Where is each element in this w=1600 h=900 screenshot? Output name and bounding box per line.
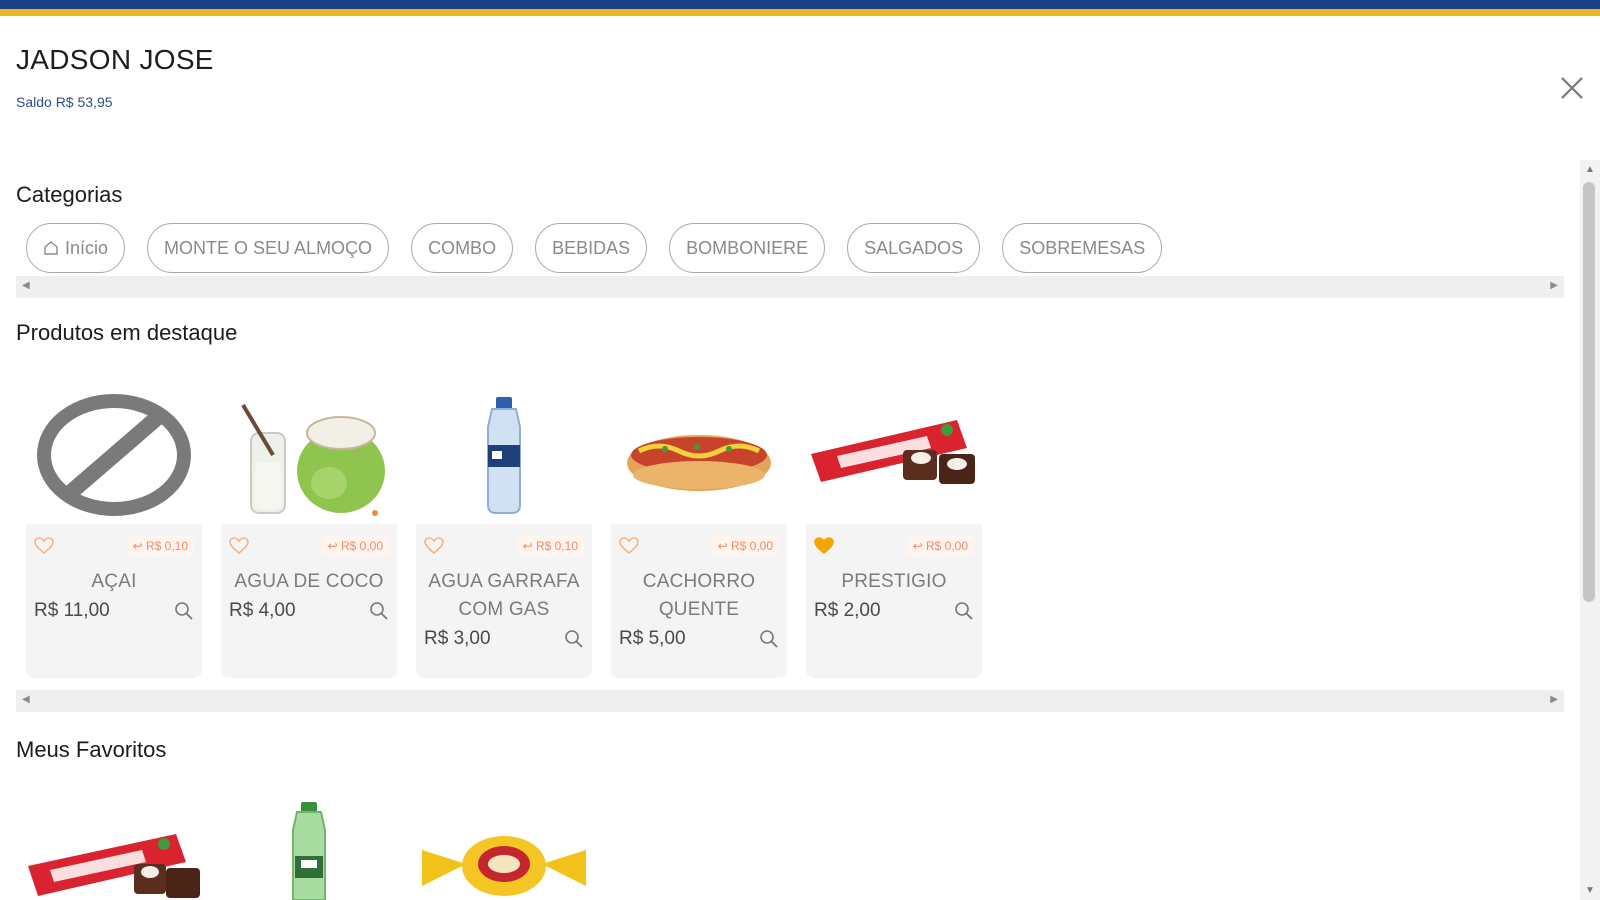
cashback-badge: ↩ R$ 0,00 xyxy=(711,536,779,556)
favorites-title: Meus Favoritos xyxy=(16,737,167,762)
scroll-right-arrow-icon[interactable]: ▶ xyxy=(1550,280,1558,291)
product-card-agua-de-coco[interactable]: ↩ R$ 0,00 AGUA DE COCO R$ 4,00 xyxy=(221,386,397,678)
category-chip-combo[interactable]: COMBO xyxy=(411,223,514,273)
search-icon[interactable] xyxy=(174,601,194,621)
category-chip-label: MONTE O SEU ALMOÇO xyxy=(164,237,373,258)
category-chip-label: SALGADOS xyxy=(864,237,964,258)
category-chip-label: COMBO xyxy=(428,237,497,258)
balance-text: Saldo R$ 53,95 xyxy=(16,94,113,110)
close-button[interactable] xyxy=(1556,72,1588,104)
water-bottle-image xyxy=(487,397,521,514)
hot-dog-image xyxy=(627,435,771,491)
product-card-cachorro-quente[interactable]: ↩ R$ 0,00 CACHORRO QUENTE R$ 5,00 xyxy=(611,386,787,678)
chocolate-bar-image xyxy=(28,834,200,898)
categories-horizontal-scrollbar[interactable]: ◀ ▶ xyxy=(16,276,1564,298)
category-chip-label: BEBIDAS xyxy=(552,237,631,258)
chocolate-bar-image xyxy=(811,420,975,484)
product-image xyxy=(611,386,787,524)
category-chip-bebidas[interactable]: BEBIDAS xyxy=(535,223,648,273)
favorite-heart-filled-icon[interactable] xyxy=(814,537,834,555)
product-price: R$ 5,00 xyxy=(619,628,686,649)
scroll-up-arrow-icon[interactable]: ▲ xyxy=(1585,164,1595,175)
category-chips: Início MONTE O SEU ALMOÇO COMBO BEBIDAS … xyxy=(26,223,1163,273)
scroll-left-arrow-icon[interactable]: ◀ xyxy=(22,694,30,705)
favorite-heart-icon[interactable] xyxy=(34,537,54,555)
product-price: R$ 3,00 xyxy=(424,628,491,649)
product-image xyxy=(416,386,592,524)
categories-title: Categorias xyxy=(16,182,123,207)
product-name: CACHORRO QUENTE xyxy=(642,571,756,620)
favorite-card-prestigio[interactable] xyxy=(26,800,202,900)
close-icon xyxy=(1561,77,1583,99)
featured-products-title: Produtos em destaque xyxy=(16,320,238,345)
scroll-down-arrow-icon[interactable]: ▼ xyxy=(1585,885,1595,896)
green-bottle-image xyxy=(292,802,326,900)
user-name: JADSON JOSE xyxy=(16,44,214,75)
scrollbar-thumb[interactable] xyxy=(1583,182,1595,602)
category-chip-bomboniere[interactable]: BOMBONIERE xyxy=(669,223,826,273)
category-chip-label: Início xyxy=(65,237,109,258)
user-header: JADSON JOSE Saldo R$ 53,95 xyxy=(16,44,214,110)
products-horizontal-scrollbar[interactable]: ◀ ▶ xyxy=(16,690,1564,712)
search-icon[interactable] xyxy=(564,629,584,649)
bonbon-image xyxy=(422,836,586,896)
product-image xyxy=(26,386,202,524)
product-card-acai[interactable]: ↩ R$ 0,10 AÇAI R$ 11,00 xyxy=(26,386,202,678)
featured-products-list: ↩ R$ 0,10 AÇAI R$ 11,00 ↩ R$ 0,00 AGUA D… xyxy=(26,386,982,678)
brand-top-bar xyxy=(0,0,1600,16)
cashback-badge: ↩ R$ 0,10 xyxy=(516,536,584,556)
favorite-heart-icon[interactable] xyxy=(424,537,444,555)
product-image xyxy=(221,386,397,524)
no-image-icon xyxy=(37,394,191,516)
search-icon[interactable] xyxy=(369,601,389,621)
product-price: R$ 2,00 xyxy=(814,600,881,621)
vertical-scrollbar[interactable]: ▲ ▼ xyxy=(1580,160,1600,900)
product-name: AGUA DE COCO xyxy=(234,571,384,592)
search-icon[interactable] xyxy=(954,601,974,621)
product-card-agua-garrafa-com-gas[interactable]: ↩ R$ 0,10 AGUA GARRAFA COM GAS R$ 3,00 xyxy=(416,386,592,678)
scroll-left-arrow-icon[interactable]: ◀ xyxy=(22,280,30,291)
product-price: R$ 4,00 xyxy=(229,600,296,621)
cashback-badge: ↩ R$ 0,00 xyxy=(321,536,389,556)
search-icon[interactable] xyxy=(759,629,779,649)
category-chip-inicio[interactable]: Início xyxy=(26,223,126,273)
favorites-list xyxy=(26,800,592,900)
favorite-card-green-bottle[interactable] xyxy=(221,800,397,900)
category-chip-monte-o-seu-almoco[interactable]: MONTE O SEU ALMOÇO xyxy=(147,223,390,273)
product-name: PRESTIGIO xyxy=(841,571,947,592)
product-card-prestigio[interactable]: ↩ R$ 0,00 PRESTIGIO R$ 2,00 xyxy=(806,386,982,678)
cashback-badge: ↩ R$ 0,10 xyxy=(126,536,194,556)
product-price: R$ 11,00 xyxy=(34,600,110,621)
home-icon xyxy=(44,241,58,255)
category-chip-label: SOBREMESAS xyxy=(1019,237,1146,258)
favorite-heart-icon[interactable] xyxy=(229,537,249,555)
category-chip-sobremesas[interactable]: SOBREMESAS xyxy=(1002,223,1163,273)
product-image xyxy=(806,386,982,524)
category-chip-label: BOMBONIERE xyxy=(686,237,809,258)
favorite-heart-icon[interactable] xyxy=(619,537,639,555)
product-name: AÇAI xyxy=(91,571,137,592)
scroll-right-arrow-icon[interactable]: ▶ xyxy=(1550,694,1558,705)
cashback-badge: ↩ R$ 0,00 xyxy=(906,536,974,556)
favorite-card-bonbon[interactable] xyxy=(416,800,592,900)
product-name: AGUA GARRAFA COM GAS xyxy=(428,571,580,620)
coconut-water-image xyxy=(241,403,385,516)
category-chip-salgados[interactable]: SALGADOS xyxy=(847,223,981,273)
